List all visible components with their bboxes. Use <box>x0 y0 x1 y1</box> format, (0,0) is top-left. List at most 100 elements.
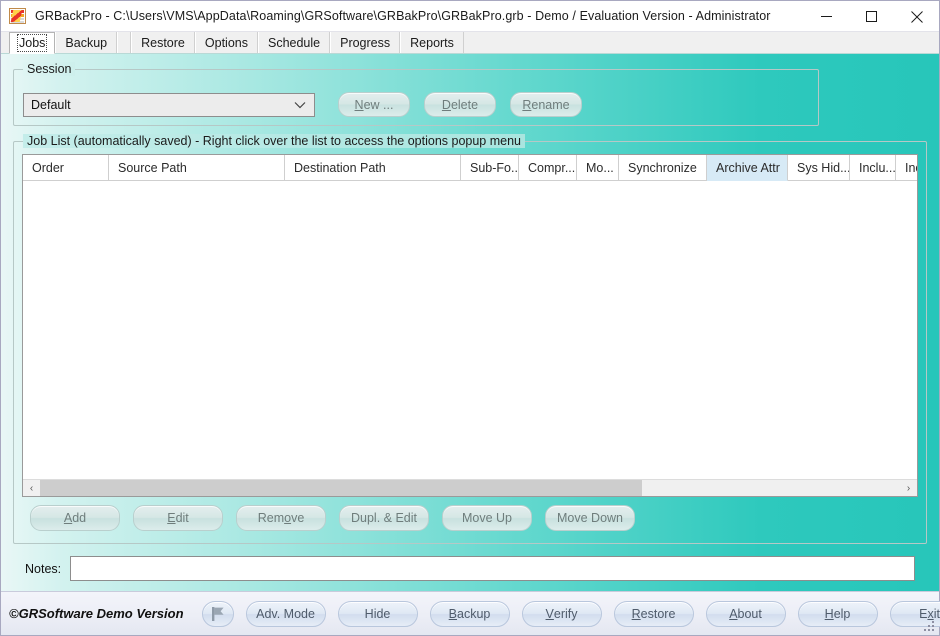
session-delete-button[interactable]: Delete <box>424 92 496 117</box>
accel-letter: o <box>284 511 292 525</box>
toolbar-buttons: Adv. Mode Hide Backup Verify Restore About Hel… <box>245 600 940 627</box>
session-combo-value: Default <box>31 97 71 112</box>
tab-progress[interactable]: Progress <box>330 32 401 53</box>
resize-grip[interactable] <box>924 621 936 633</box>
close-button[interactable] <box>894 1 939 32</box>
toolbar-help-button[interactable]: Help <box>797 600 878 627</box>
accel-letter: B <box>448 606 458 621</box>
title-bar: GRBackPro - C:\Users\VMS\AppData\Roaming… <box>1 1 939 32</box>
session-group-title: Session <box>23 62 76 76</box>
notes-label: Notes: <box>25 561 62 576</box>
app-window: GRBackPro - C:\Users\VMS\AppData\Roaming… <box>0 0 940 636</box>
tab-schedule[interactable]: Schedule <box>257 32 331 53</box>
accel-letter: H <box>824 606 834 621</box>
tab-strip: Jobs Backup Restore Options Schedule Pro… <box>1 32 939 54</box>
tab-reports-label: Reports <box>410 35 454 50</box>
notes-input[interactable] <box>70 556 915 581</box>
job-list-header: Order Source Path Destination Path Sub-Fo..… <box>23 155 917 181</box>
scrollbar-track[interactable] <box>40 480 900 496</box>
accel-letter: A <box>63 511 73 525</box>
joblist-add-button[interactable]: Add <box>30 505 120 531</box>
joblist-edit-button[interactable]: Edit <box>133 505 223 531</box>
column-header-synchronize[interactable]: Synchronize <box>619 155 707 181</box>
app-icon <box>9 8 26 24</box>
column-header-label: Archive Attr <box>716 160 780 175</box>
job-list-rows[interactable] <box>23 181 917 479</box>
column-header-inclu[interactable]: Inclu... <box>850 155 896 181</box>
session-new-button-accel: N <box>354 97 364 112</box>
session-combo[interactable]: Default <box>23 92 315 117</box>
accel-letter: R <box>631 606 641 621</box>
joblist-move-up-button[interactable]: Move Up <box>442 505 532 531</box>
flag-icon <box>211 606 224 621</box>
scroll-left-icon[interactable]: ‹ <box>23 480 40 496</box>
toolbar-verify-button[interactable]: Verify <box>521 600 602 627</box>
session-rename-button[interactable]: Rename <box>510 92 582 117</box>
session-group: Session Default New ... Delete Rename <box>13 62 819 126</box>
accel-letter: V <box>545 606 554 621</box>
caption-buttons <box>804 1 939 32</box>
column-header-inclu[interactable]: Inclu <box>896 155 917 181</box>
joblist-group-title: Job List (automatically saved) - Right c… <box>23 134 525 148</box>
column-header-label: Order <box>32 160 64 175</box>
tab-jobs[interactable]: Jobs <box>9 32 56 54</box>
column-header-order[interactable]: Order <box>23 155 109 181</box>
column-header-label: Source Path <box>118 160 187 175</box>
maximize-button[interactable] <box>849 1 894 32</box>
brand-label: ©GRSoftware Demo Version <box>9 606 184 621</box>
scrollbar-thumb[interactable] <box>40 480 642 496</box>
tab-schedule-label: Schedule <box>267 35 321 50</box>
bottom-toolbar: ©GRSoftware Demo Version Adv. Mode Hide Ba… <box>1 591 940 635</box>
tab-spacer <box>117 32 132 53</box>
horizontal-scrollbar[interactable]: ‹ › <box>23 479 917 496</box>
column-header-sys-hid[interactable]: Sys Hid... <box>788 155 850 181</box>
notes-row: Notes: <box>25 556 915 591</box>
tab-jobs-label: Jobs <box>16 34 48 52</box>
scroll-right-icon[interactable]: › <box>900 480 917 496</box>
column-header-label: Inclu... <box>859 160 896 175</box>
jobs-panel: Session Default New ... Delete Rename Jo… <box>1 54 939 591</box>
tab-restore-label: Restore <box>141 35 185 50</box>
session-rename-button-accel: R <box>522 97 532 112</box>
column-header-sub-fo[interactable]: Sub-Fo... <box>461 155 519 181</box>
toolbar-backup-button[interactable]: Backup <box>429 600 510 627</box>
column-header-compr[interactable]: Compr... <box>519 155 577 181</box>
column-header-mo[interactable]: Mo... <box>577 155 619 181</box>
column-header-label: Sub-Fo... <box>470 160 519 175</box>
accel-letter: E <box>167 511 176 525</box>
joblist-move-down-button[interactable]: Move Down <box>545 505 635 531</box>
joblist-remove-button[interactable]: Rem o ve <box>236 505 326 531</box>
column-header-source-path[interactable]: Source Path <box>109 155 285 181</box>
job-list-buttons: Add Edit Rem o ve Dupl. & Edit Move Up Move Dow… <box>22 497 918 535</box>
tab-restore[interactable]: Restore <box>131 32 195 53</box>
toolbar-hide-button[interactable]: Hide <box>337 600 418 627</box>
job-list-view[interactable]: Order Source Path Destination Path Sub-Fo..… <box>22 154 918 497</box>
window-title: GRBackPro - C:\Users\VMS\AppData\Roaming… <box>35 9 771 23</box>
column-header-label: Compr... <box>528 160 576 175</box>
tab-options-label: Options <box>204 35 248 50</box>
minimize-icon <box>821 16 832 17</box>
tab-backup[interactable]: Backup <box>55 32 118 53</box>
chevron-down-icon <box>294 94 306 116</box>
column-header-label: Synchronize <box>628 160 697 175</box>
column-header-label: Sys Hid... <box>797 160 850 175</box>
toolbar-adv-mode-button[interactable]: Adv. Mode <box>245 600 326 627</box>
toolbar-restore-button[interactable]: Restore <box>613 600 694 627</box>
tab-reports[interactable]: Reports <box>400 32 464 53</box>
tab-progress-label: Progress <box>340 35 391 50</box>
column-header-label: Mo... <box>586 160 614 175</box>
joblist-dupl-edit-button[interactable]: Dupl. & Edit <box>339 505 429 531</box>
toolbar-about-button[interactable]: About <box>705 600 786 627</box>
session-new-button[interactable]: New ... <box>338 92 410 117</box>
tab-options[interactable]: Options <box>194 32 258 53</box>
accel-letter: A <box>729 606 738 621</box>
flag-button[interactable] <box>201 600 234 627</box>
column-header-label: Inclu <box>905 160 917 175</box>
column-header-destination-path[interactable]: Destination Path <box>285 155 461 181</box>
column-header-archive-attr[interactable]: Archive Attr <box>707 155 788 181</box>
joblist-group: Job List (automatically saved) - Right c… <box>13 134 927 544</box>
minimize-button[interactable] <box>804 1 849 32</box>
maximize-icon <box>866 11 877 22</box>
session-delete-button-accel: D <box>441 97 451 112</box>
accel-letter: x <box>927 606 934 621</box>
